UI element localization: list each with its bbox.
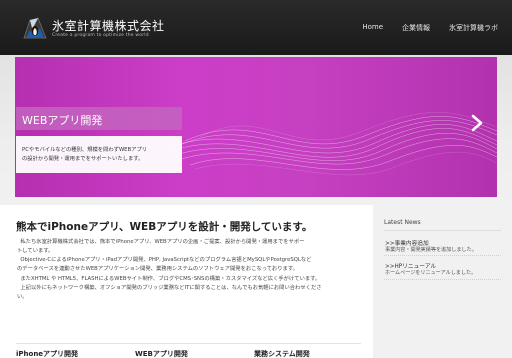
divider (384, 279, 501, 280)
news-heading: Latest News (384, 219, 421, 226)
service-heading-iphone[interactable]: iPhoneアプリ開発 (16, 349, 78, 358)
slide-caption: WEBアプリ開発 PCやモバイルなどの種別、規模を問わずWEBアプリ の設計から… (16, 107, 182, 173)
slide-title: WEBアプリ開発 (22, 114, 103, 127)
intro-text: Objective-CによるiPhoneアプリ・iPadアプリ開発、PHP, J… (20, 257, 312, 263)
news-item-body: ホームページをリニューアルしました。 (385, 270, 477, 276)
main-nav: Home 企業情報 氷室計算機ラボ (362, 23, 498, 33)
intro-text: のデータベースを連動させたWEBアプリケーション開発、業務用システムのソフトウェ… (17, 266, 298, 272)
news-sidebar (373, 205, 512, 358)
intro-text: 私たち氷室計算機株式会社では、熊本でiPhoneアプリ、WEBアプリの企画・ご提… (20, 239, 305, 245)
news-item-body: 事業内容・開発実績等を追加しました。 (385, 247, 477, 253)
divider (384, 255, 501, 256)
divider (384, 230, 501, 231)
logo-tagline: Create a program to optimize the world (52, 33, 149, 38)
intro-text: またXHTML や HTML5、FLASHによるWEBサイト制作、ブログやCMS… (20, 276, 321, 282)
service-heading-web[interactable]: WEBアプリ開発 (135, 349, 188, 358)
nav-company[interactable]: 企業情報 (402, 23, 430, 33)
intro-text: トしています。 (17, 248, 54, 254)
logo[interactable]: 氷室計算機株式会社 Create a program to optimize t… (20, 14, 165, 44)
service-heading-business[interactable]: 業務システム開発 (254, 349, 310, 358)
nav-lab[interactable]: 氷室計算機ラボ (449, 23, 498, 33)
slide-text-line: の設計から開発・運用までをサポートいたします。 (22, 156, 144, 162)
site-header: 氷室計算機株式会社 Create a program to optimize t… (0, 0, 512, 55)
intro-text: い。 (17, 294, 28, 300)
logo-title: 氷室計算機株式会社 (52, 19, 165, 33)
penguin-logo-icon (20, 16, 48, 42)
page-title: 熊本でiPhoneアプリ、WEBアプリを設計・開発しています。 (16, 221, 313, 233)
slide-text-line: PCやモバイルなどの種別、規模を問わずWEBアプリ (22, 147, 148, 153)
divider (16, 343, 361, 344)
intro-text: 上記以外にもネットワーク構築、オフショア開発のブリッジ業務などITに関することは… (20, 285, 322, 291)
nav-home[interactable]: Home (362, 23, 383, 33)
chevron-right-icon[interactable] (470, 114, 484, 132)
